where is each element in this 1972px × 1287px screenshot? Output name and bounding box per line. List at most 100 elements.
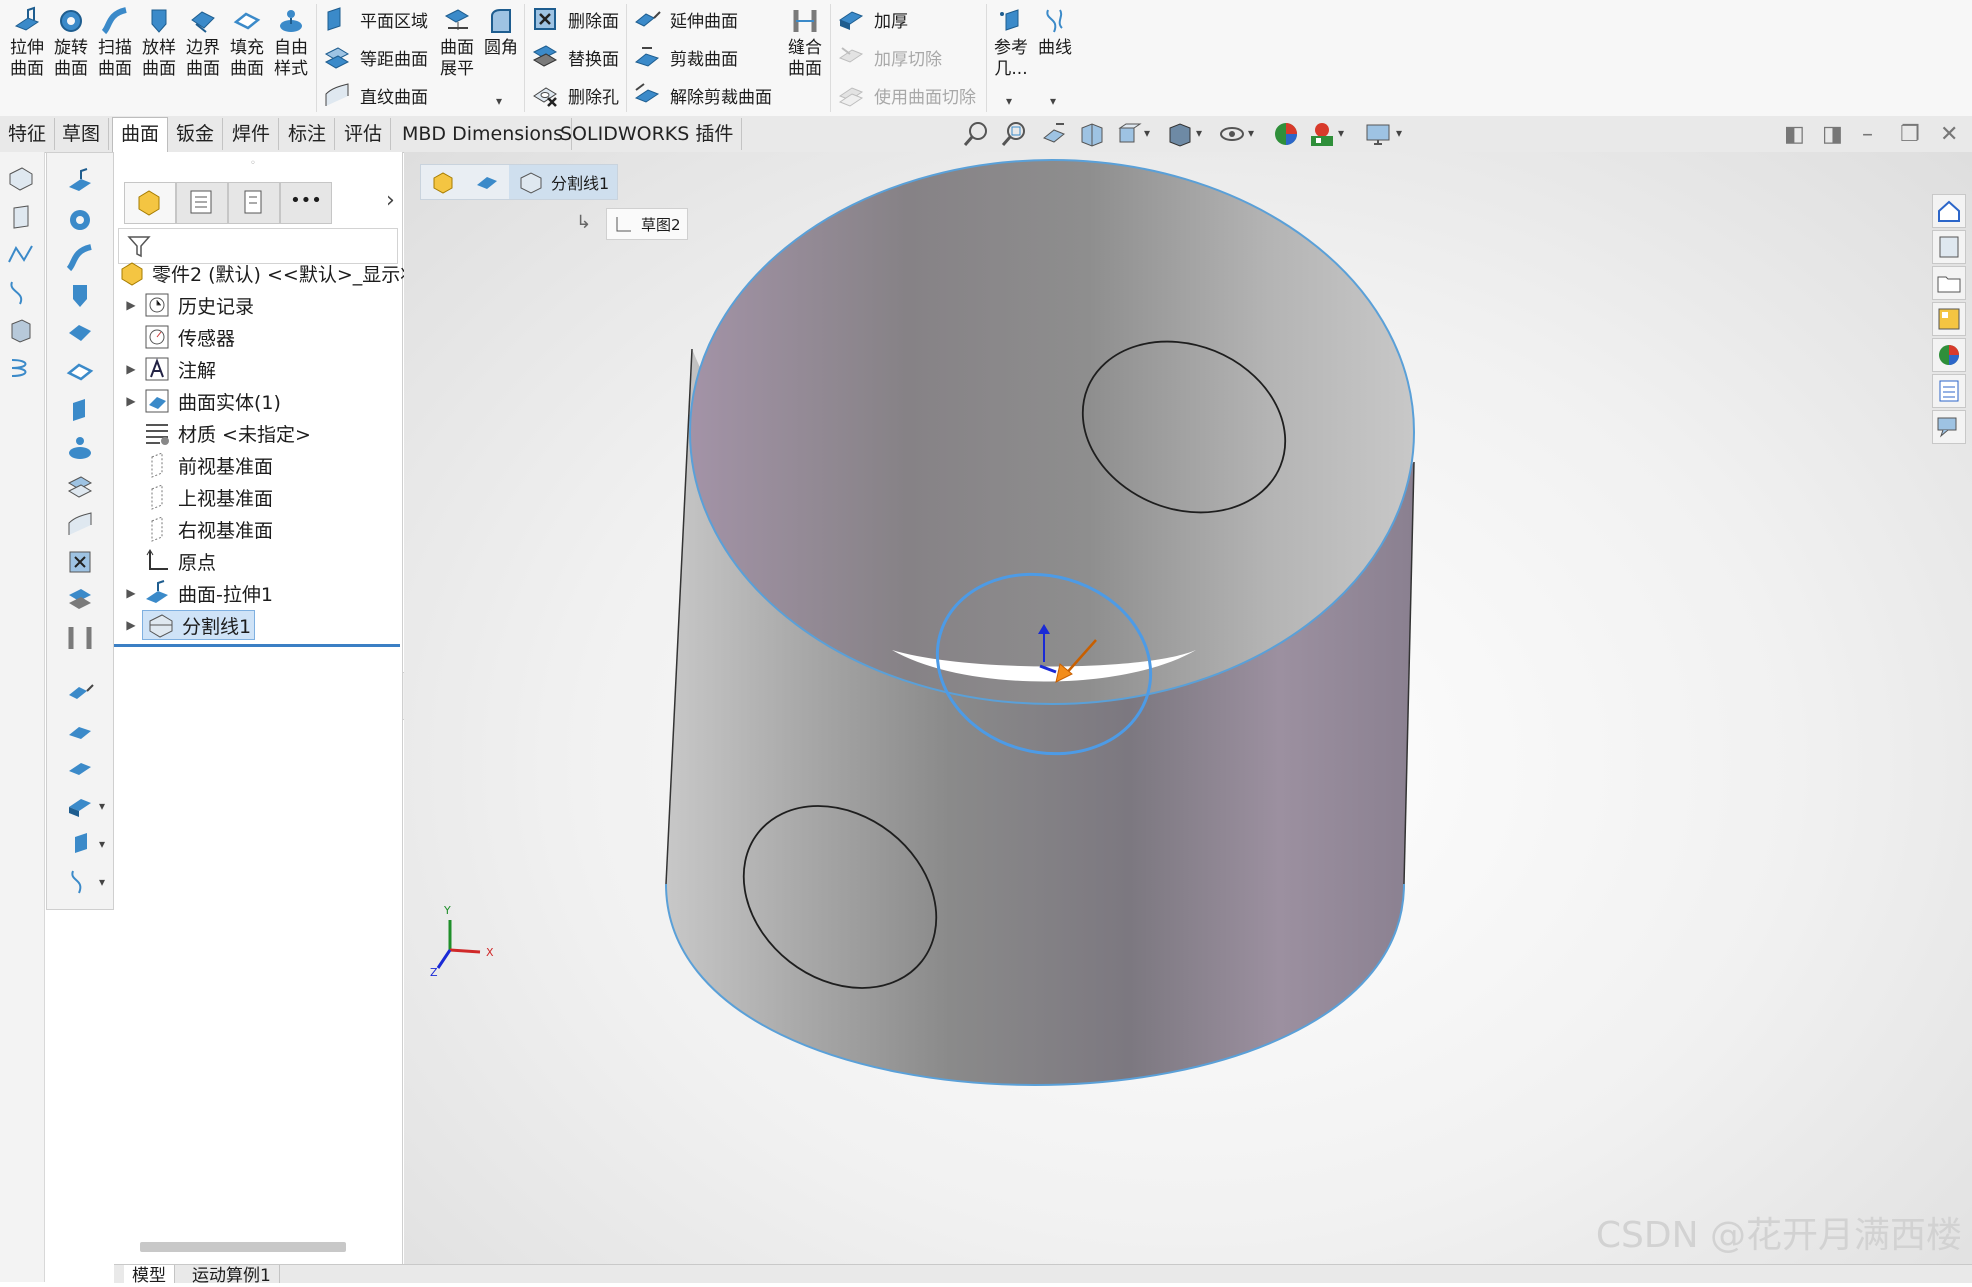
revolved-surface-button[interactable]: 旋转 曲面	[50, 6, 92, 80]
horizontal-scrollbar[interactable]	[140, 1242, 346, 1252]
edit-appearance-icon[interactable]	[1272, 120, 1300, 148]
curves-button[interactable]: 曲线	[1034, 6, 1076, 59]
ruled-surface-icon[interactable]	[65, 509, 95, 539]
lofted-surface-button[interactable]: 放样 曲面	[138, 6, 180, 80]
thicken-button[interactable]: 加厚	[836, 4, 908, 34]
zoom-to-fit-icon[interactable]	[962, 120, 990, 148]
expand-arrow-icon[interactable]: ▶	[120, 586, 142, 600]
view-palette-icon[interactable]	[1932, 302, 1966, 336]
chevron-down-icon[interactable]: ▾	[1338, 126, 1344, 140]
knit-surface-icon[interactable]	[65, 623, 95, 653]
tree-item-surface-extrude1[interactable]: ▶ 曲面-拉伸1	[120, 578, 273, 608]
extruded-surface-icon[interactable]	[65, 167, 95, 197]
graphics-area[interactable]: 分割线1 ↳ 草图2 Y X Z CSDN @花开月满西楼	[404, 152, 1972, 1264]
freeform-button[interactable]: 自由 样式	[270, 6, 312, 80]
untrim-surface-button[interactable]: 解除剪裁曲面	[632, 80, 772, 110]
expand-arrow-icon[interactable]: ▶	[120, 362, 142, 376]
tab-property-manager[interactable]	[176, 182, 228, 224]
boundary-surface-button[interactable]: 边界 曲面	[182, 6, 224, 80]
zoom-to-area-icon[interactable]	[1000, 120, 1028, 148]
fillet-button[interactable]: 圆角	[480, 6, 522, 59]
hide-show-items-icon[interactable]	[1218, 120, 1246, 148]
minimize-icon[interactable]: –	[1862, 122, 1873, 147]
tree-item-top-plane[interactable]: 上视基准面	[142, 482, 273, 512]
tab-surfaces[interactable]: 曲面	[112, 117, 169, 153]
view-orientation-icon[interactable]	[1114, 120, 1142, 148]
freeform-icon[interactable]	[65, 433, 95, 463]
tree-item-history[interactable]: ▶ 历史记录	[120, 290, 254, 320]
close-icon[interactable]: ✕	[1940, 122, 1958, 147]
chevron-down-icon[interactable]: ▾	[496, 94, 502, 108]
chevron-down-icon[interactable]: ▾	[1196, 126, 1202, 140]
tree-item-origin[interactable]: 原点	[142, 546, 216, 576]
tree-item-split-line1[interactable]: ▶ 分割线1	[120, 610, 256, 640]
section-view-icon[interactable]	[1078, 120, 1106, 148]
knit-surface-button[interactable]: 缝合 曲面	[784, 6, 826, 80]
tab-markup[interactable]: 标注	[280, 118, 336, 150]
tree-item-right-plane[interactable]: 右视基准面	[142, 514, 273, 544]
chevron-down-icon[interactable]: ▾	[1006, 94, 1012, 108]
chevron-down-icon[interactable]: ▾	[1248, 126, 1254, 140]
reference-plane-icon[interactable]	[6, 202, 36, 232]
chevron-down-icon[interactable]: ▾	[99, 875, 105, 889]
tree-item-front-plane[interactable]: 前视基准面	[142, 450, 273, 480]
delete-face-button[interactable]: 删除面	[530, 4, 619, 34]
cylinder-inner-surface[interactable]	[689, 159, 1415, 705]
chevron-down-icon[interactable]: ▾	[1144, 126, 1150, 140]
scene-icon[interactable]	[1308, 120, 1336, 148]
tab-motion-study[interactable]: 运动算例1	[184, 1265, 280, 1286]
replace-face-button[interactable]: 替换面	[530, 42, 619, 72]
solid-body-icon[interactable]	[6, 316, 36, 346]
lofted-surface-icon[interactable]	[65, 281, 95, 311]
chevron-down-icon[interactable]: ▾	[1396, 126, 1402, 140]
forum-icon[interactable]	[1932, 410, 1966, 444]
tab-weldments[interactable]: 焊件	[224, 118, 280, 150]
delete-face-icon[interactable]	[65, 547, 95, 577]
thicken-cut-button[interactable]: 加厚切除	[836, 42, 942, 72]
tab-features[interactable]: 特征	[0, 118, 56, 150]
cut-with-surface-button[interactable]: 使用曲面切除	[836, 80, 976, 110]
home-icon[interactable]	[1932, 194, 1966, 228]
expand-arrow-icon[interactable]: ▶	[120, 618, 142, 632]
revolved-surface-icon[interactable]	[65, 205, 95, 235]
extend-surface-icon[interactable]	[65, 677, 95, 707]
restore-icon[interactable]: ❐	[1900, 122, 1920, 147]
sketch-icon[interactable]	[6, 240, 36, 270]
tab-feature-tree[interactable]	[124, 182, 176, 224]
tree-root[interactable]: 零件2 (默认) <<默认>_显示状态	[116, 258, 438, 288]
ruled-surface-button[interactable]: 直纹曲面	[322, 80, 428, 110]
untrim-surface-icon[interactable]	[65, 753, 95, 783]
expand-arrow-icon[interactable]: ▶	[120, 298, 142, 312]
custom-properties-icon[interactable]	[1932, 374, 1966, 408]
extruded-surface-button[interactable]: 拉伸 曲面	[6, 6, 48, 80]
panel-grip-icon[interactable]: ◦	[250, 158, 256, 169]
tab-configuration-manager[interactable]	[228, 182, 280, 224]
tree-item-material[interactable]: 材质 <未指定>	[142, 418, 311, 448]
extend-surface-button[interactable]: 延伸曲面	[632, 4, 738, 34]
appearances-icon[interactable]	[1932, 338, 1966, 372]
swept-surface-button[interactable]: 扫描 曲面	[94, 6, 136, 80]
filled-surface-button[interactable]: 填充 曲面	[226, 6, 268, 80]
trim-surface-icon[interactable]	[65, 715, 95, 745]
display-style-icon[interactable]	[1166, 120, 1194, 148]
view-settings-icon[interactable]	[1364, 120, 1392, 148]
chevron-right-icon[interactable]: ›	[386, 188, 395, 213]
offset-surface-icon[interactable]	[65, 471, 95, 501]
file-explorer-icon[interactable]	[1932, 266, 1966, 300]
tree-item-sensors[interactable]: 传感器	[142, 322, 235, 352]
extruded-boss-icon[interactable]	[6, 164, 36, 194]
surface-flatten-button[interactable]: 曲面 展平	[436, 6, 478, 80]
design-library-icon[interactable]	[1932, 230, 1966, 264]
chevron-down-icon[interactable]: ▾	[99, 837, 105, 851]
tab-model[interactable]: 模型	[124, 1265, 175, 1286]
tab-sketch[interactable]: 草图	[54, 118, 110, 150]
swept-surface-icon[interactable]	[65, 243, 95, 273]
reference-geometry-icon[interactable]	[65, 829, 95, 859]
curve-icon[interactable]	[6, 278, 36, 308]
thicken-icon[interactable]	[65, 791, 95, 821]
planar-surface-icon[interactable]	[65, 395, 95, 425]
reference-geometry-button[interactable]: 参考 几...	[990, 6, 1032, 80]
chevron-down-icon[interactable]: ▾	[1050, 94, 1056, 108]
tab-solidworks-addins[interactable]: SOLIDWORKS 插件	[552, 118, 743, 150]
tree-item-annotations[interactable]: ▶ 注解	[120, 354, 216, 384]
